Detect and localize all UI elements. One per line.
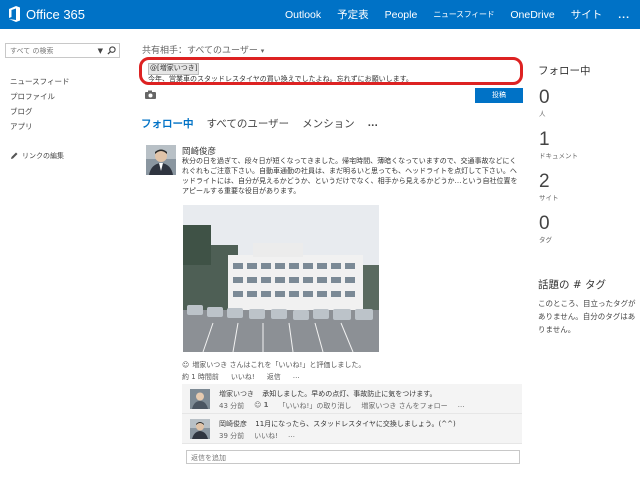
- reply-text: 承知しました。早めの点灯、事故防止に気をつけます。: [262, 390, 437, 398]
- reply-input[interactable]: 返信を追加: [186, 450, 520, 464]
- nav-onedrive[interactable]: OneDrive: [510, 9, 554, 21]
- feed-tabs: フォロー中 すべてのユーザー メンション ...: [141, 116, 378, 131]
- reply-item: 増家いつき 承知しました。早めの点灯、事故防止に気をつけます。 43 分前 ☺ …: [182, 384, 522, 414]
- following-people-stat[interactable]: 0 人: [539, 88, 550, 119]
- follow-link[interactable]: 増家いつき さんをフォロー: [361, 401, 447, 411]
- post-button[interactable]: 投稿: [475, 88, 523, 103]
- replies-list: 増家いつき 承知しました。早めの点灯、事故防止に気をつけます。 43 分前 ☺ …: [182, 384, 522, 444]
- building-photo-icon: [183, 205, 379, 352]
- sidebar-item-apps[interactable]: アプリ: [10, 121, 69, 136]
- camera-icon[interactable]: [145, 90, 156, 99]
- reply-author[interactable]: 増家いつき: [219, 390, 254, 398]
- reply-author[interactable]: 岡崎俊彦: [219, 420, 247, 428]
- reply-text: 11月になったら、スタッドレスタイヤに交換しましょう。(^^): [255, 420, 456, 428]
- avatar[interactable]: [190, 389, 210, 409]
- share-with-selector[interactable]: 共有相手：すべてのユーザー ▾: [142, 43, 264, 56]
- nav-sites[interactable]: サイト: [571, 7, 603, 22]
- person-photo-icon: [146, 145, 176, 175]
- tab-everyone[interactable]: すべてのユーザー: [207, 116, 290, 131]
- search-box[interactable]: すべて の検索 ▼: [5, 43, 120, 58]
- smiley-icon: ☺: [182, 361, 190, 369]
- sidebar-item-profile[interactable]: プロファイル: [10, 91, 69, 106]
- tab-following[interactable]: フォロー中: [141, 116, 194, 131]
- following-documents-stat[interactable]: 1 ドキュメント: [539, 130, 578, 161]
- nav-newsfeed[interactable]: ニュースフィード: [433, 9, 494, 20]
- compose-text: 今年、営業車のスタッドレスタイヤの買い換えでしたよね。忘れずにお願いします。: [148, 74, 413, 83]
- like-link[interactable]: いいね!: [231, 372, 255, 382]
- following-title: フォロー中: [538, 65, 591, 77]
- nav-people[interactable]: People: [385, 9, 418, 21]
- likes-summary: ☺ 増家いつき さんはこれを「いいね!」と評価しました。: [182, 361, 366, 369]
- person-placeholder-icon: [190, 389, 210, 409]
- sidebar-item-blog[interactable]: ブログ: [10, 106, 69, 121]
- nav-outlook[interactable]: Outlook: [285, 9, 321, 21]
- chevron-down-icon: ▾: [260, 47, 265, 55]
- edit-links-label: リンクの編集: [22, 152, 64, 160]
- reply-link[interactable]: 返信: [267, 372, 281, 382]
- post-more-link[interactable]: …: [293, 372, 300, 382]
- office-365-logo[interactable]: Office 365: [8, 6, 85, 22]
- top-nav: Outlook 予定表 People ニュースフィード OneDrive サイト…: [285, 0, 640, 29]
- like-link[interactable]: いいね!: [254, 431, 278, 441]
- search-input[interactable]: すべて の検索: [10, 46, 98, 56]
- reply-time: 39 分前: [219, 432, 245, 440]
- edit-links-link[interactable]: リンクの編集: [10, 151, 64, 161]
- reply-more-link[interactable]: …: [288, 431, 295, 441]
- following-tags-stat[interactable]: 0 タグ: [539, 214, 552, 245]
- mention-tag: @[増家いつき]: [148, 63, 200, 75]
- post-photo[interactable]: [183, 205, 379, 352]
- post-body: 秋分の日を過ぎて、段々日が短くなってきました。帰宅時間、薄暗くなっていますので、…: [182, 157, 518, 195]
- reply-more-link[interactable]: …: [458, 401, 465, 411]
- office-logo-icon: [9, 6, 20, 22]
- post-compose-box[interactable]: @[増家いつき] 今年、営業車のスタッドレスタイヤの買い換えでしたよね。忘れずに…: [139, 57, 523, 85]
- reply-time: 43 分前: [219, 402, 245, 410]
- search-icon[interactable]: [107, 46, 116, 55]
- tab-mentions[interactable]: メンション: [302, 116, 355, 131]
- top-bar: Office 365 Outlook 予定表 People ニュースフィード O…: [0, 0, 640, 29]
- trending-tags-body: このところ、目立ったタグがありません。自分のタグはありません。: [538, 299, 636, 334]
- nav-calendar[interactable]: 予定表: [337, 7, 369, 22]
- avatar[interactable]: [146, 145, 176, 175]
- tab-more[interactable]: ...: [368, 119, 378, 129]
- brand-name: Office 365: [26, 6, 86, 22]
- like-count: ☺ 1: [254, 401, 269, 409]
- person-photo-icon: [190, 419, 210, 439]
- nav-more[interactable]: ...: [618, 9, 630, 21]
- following-sites-stat[interactable]: 2 サイト: [539, 172, 559, 203]
- pencil-icon: [11, 152, 18, 159]
- unlike-link[interactable]: 「いいね!」の取り消し: [279, 401, 352, 411]
- search-scope-dropdown-icon[interactable]: ▼: [98, 47, 103, 55]
- reply-item: 岡崎俊彦 11月になったら、スタッドレスタイヤに交換しましょう。(^^) 39 …: [182, 414, 522, 444]
- avatar[interactable]: [190, 419, 210, 439]
- sidebar-item-newsfeed[interactable]: ニュースフィード: [10, 76, 69, 91]
- left-nav: ニュースフィード プロファイル ブログ アプリ: [10, 76, 69, 136]
- post-time: 約 1 時間前: [182, 373, 219, 381]
- trending-tags-title: 話題の # タグ: [538, 279, 606, 291]
- post-meta: 約 1 時間前 いいね! 返信 …: [182, 372, 300, 382]
